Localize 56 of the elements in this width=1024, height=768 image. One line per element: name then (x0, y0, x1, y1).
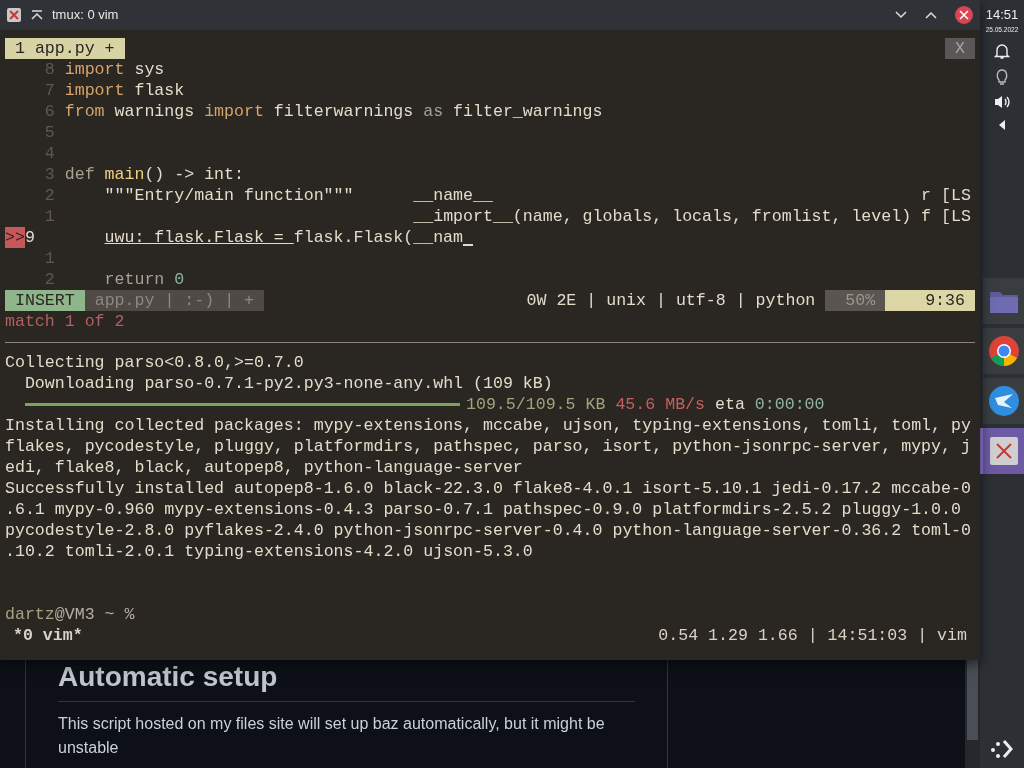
app-icon (6, 7, 22, 23)
output-line: .10.2 tomli-2.0.1 typing-extensions-4.2.0 ujson-5.3.0 (5, 542, 533, 561)
scrollbar[interactable] (965, 660, 980, 768)
task-button[interactable] (980, 378, 1024, 425)
editor-tab[interactable]: 1 app.py + (5, 38, 125, 59)
window-title: tmux: 0 vim (52, 6, 119, 25)
task-button[interactable] (980, 428, 1024, 475)
eta-time: 0:00:00 (754, 395, 825, 414)
maximize-icon[interactable] (924, 10, 938, 20)
code-line: import sys (64, 60, 165, 79)
code-line: return 0 (104, 270, 185, 289)
code-line: def main() -> int: (64, 165, 244, 184)
keep-above-icon[interactable] (30, 8, 44, 22)
task-button[interactable] (980, 328, 1024, 375)
eta-label: eta (715, 395, 745, 414)
scroll-percent: 50% (825, 290, 886, 311)
output-line: flakes, pycodestyle, pluggy, platformdirs, pathspec, parso, isort, python-jsonrpc-server, mypy, j (5, 437, 971, 456)
clock[interactable]: 14:51 (985, 5, 1019, 25)
file-info: 0W 2E | unix | utf-8 | python (526, 290, 817, 311)
output-line: pycodestyle-2.8.0 pyflakes-2.4.0 python-jsonrpc-server-0.4.0 python-language-server-0.36.2 toml-0 (5, 521, 971, 540)
output-line: .6.1 mypy-0.960 mypy-extensions-0.4.3 parso-0.7.1 pathspec-0.9.0 platformdirs-2.5.2 pluggy-1.0.0 (5, 500, 961, 519)
tmux-window-tab[interactable]: *0 vim* (13, 625, 83, 646)
output-line: Downloading parso-0.7.1-py2.py3-none-any.whl (109 kB) (23, 374, 553, 393)
completion-item[interactable]: __import__(name, globals, locals, fromlist, level) f [LS (413, 206, 971, 227)
shell-prompt: dartz@VM3 ~ % (5, 605, 135, 624)
download-size: 109.5/109.5 KB (466, 395, 606, 414)
download-speed: 45.6 MB/s (615, 395, 705, 414)
file-status: app.py | :-) | + (84, 290, 264, 311)
output-line: Installing collected packages: mypy-extensions, mccabe, ujson, typing-extensions, tomli, toml, py (5, 416, 971, 435)
bird-app-icon (987, 385, 1020, 418)
section-heading: Automatic setup (58, 660, 635, 702)
collapse-arrow-icon[interactable] (997, 118, 1007, 133)
output-line: Successfully installed autopep8-1.6.0 black-22.3.0 flake8-4.0.1 isort-5.10.1 jedi-0.17.2 mccabe-0 (5, 479, 971, 498)
dots-arrow-icon[interactable] (989, 738, 1015, 760)
code-line: """Entry/main function""" (103, 186, 354, 205)
line-number: 9 (24, 227, 36, 248)
bell-icon[interactable] (994, 42, 1010, 61)
completion-item[interactable]: __name__ r [LS (413, 185, 971, 206)
error-sign: >> (5, 227, 25, 248)
paragraph: This script hosted on my files site will set up baz automatically, but it might be unstable (58, 713, 606, 758)
status-message: match 1 of 2 (5, 311, 126, 332)
output-line: edi, flake8, black, autopep8, python-language-server (5, 458, 523, 477)
speaker-icon[interactable] (993, 94, 1011, 111)
code-line: from warnings import filterwarnings as filter_warnings (64, 102, 603, 121)
minimize-icon[interactable] (894, 10, 908, 20)
browser-icon (987, 335, 1020, 368)
scrollbar-thumb[interactable] (967, 660, 978, 740)
lightbulb-icon[interactable] (995, 68, 1009, 87)
mode-indicator: INSERT (5, 290, 85, 311)
tmux-status: 0.54 1.29 1.66 | 14:51:03 | vim (658, 625, 967, 646)
window-app-icon (988, 436, 1019, 467)
cursor-position: 9:36 (885, 290, 975, 311)
output-line: Collecting parso<0.8.0,>=0.7.0 (5, 353, 304, 372)
close-icon[interactable] (954, 5, 974, 25)
code-line: uwu: flask.Flask = flask.Flask(__nam (104, 228, 464, 247)
code-line: import flask (64, 81, 185, 100)
